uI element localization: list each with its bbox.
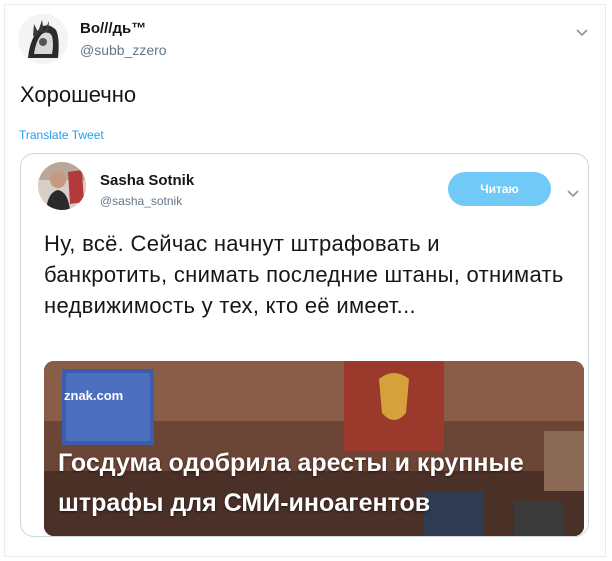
avatar-image [18,14,68,64]
author-handle[interactable]: @subb_zzero [80,42,167,58]
author-avatar[interactable] [18,14,68,64]
quoted-author-handle[interactable]: @sasha_sotnik [100,194,182,208]
tweet-text: Хорошечно [20,82,137,107]
author-name[interactable]: Bo///дь™ [80,20,146,37]
follow-button[interactable]: Читаю [448,172,551,206]
media-headline: Госдума одобрила аресты и крупные штрафы… [58,449,524,517]
chevron-down-icon[interactable] [575,26,589,40]
quoted-author-name[interactable]: Sasha Sotnik [100,172,194,189]
avatar-image [38,162,86,210]
translate-tweet-link[interactable]: Translate Tweet [19,128,104,142]
media-source-logo: znak.com [64,388,124,403]
quoted-tweet-text: Ну, всё. Сейчас начнут штрафовать и банк… [44,231,564,318]
quoted-author-avatar[interactable] [38,162,86,210]
chevron-down-icon[interactable] [566,187,580,201]
